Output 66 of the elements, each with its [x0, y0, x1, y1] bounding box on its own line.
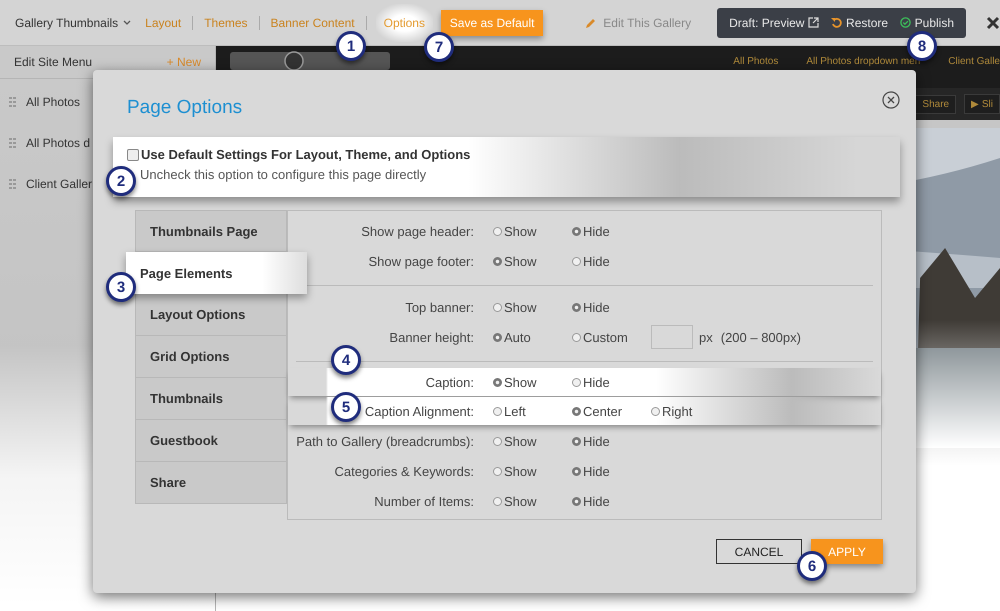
option-label: Categories & Keywords:	[334, 464, 474, 478]
option-label: Number of Items:	[374, 494, 474, 508]
side-tab[interactable]: Page Elements	[126, 252, 307, 294]
drag-handle-icon	[9, 138, 16, 148]
radio-option[interactable]: Hide	[572, 300, 651, 314]
site-nav-link[interactable]: Client Galle	[948, 56, 1000, 67]
radio-option[interactable]: Hide	[572, 464, 651, 478]
range-hint: (200 – 800px)	[720, 330, 801, 344]
restore-button[interactable]: Restore	[831, 16, 888, 30]
side-tab[interactable]: Share	[135, 462, 287, 504]
hint-text: Uncheck this option to configure this page directly	[140, 167, 428, 182]
menu-item[interactable]: All Photos d	[26, 136, 90, 150]
radio-option[interactable]: Center	[572, 404, 651, 418]
radio-option[interactable]: Show	[493, 224, 572, 238]
checkbox-label: Use Default Settings For Layout, Theme, and Options	[141, 147, 470, 162]
radio-option[interactable]: Hide	[572, 374, 651, 390]
dialog-title: Page Options	[127, 97, 242, 120]
radio-option[interactable]: Auto	[493, 330, 572, 344]
option-label: Banner height:	[389, 330, 474, 344]
site-button[interactable]: ▶ Sli	[964, 94, 1000, 114]
radio-option[interactable]: Hide	[572, 434, 651, 448]
sidebar-title: Edit Site Menu	[14, 55, 92, 69]
side-tab[interactable]: Thumbnails	[135, 378, 287, 420]
drag-handle-icon	[9, 178, 16, 188]
site-button[interactable]: Share	[915, 94, 956, 114]
radio-option[interactable]: Right	[651, 404, 730, 418]
radio-option[interactable]: Show	[493, 374, 572, 390]
undo-icon	[831, 17, 842, 28]
radio-option[interactable]: Hide	[572, 494, 651, 508]
logo-icon	[230, 50, 390, 72]
unit-label: px	[699, 330, 713, 344]
menu-item[interactable]: Client Galler	[26, 176, 92, 190]
side-tab[interactable]: Layout Options	[135, 294, 287, 336]
radio-option[interactable]: Show	[493, 300, 572, 314]
side-tab[interactable]: Grid Options	[135, 336, 287, 378]
close-icon	[986, 16, 1000, 30]
radio-option[interactable]: Show	[493, 254, 572, 268]
radio-option[interactable]: Show	[493, 434, 572, 448]
menu-item[interactable]: All Photos	[26, 94, 80, 108]
radio-option[interactable]: Show	[493, 494, 572, 508]
checkbox[interactable]	[127, 148, 139, 160]
close-icon[interactable]	[882, 91, 900, 109]
side-tab[interactable]: Guestbook	[135, 420, 287, 462]
option-label: Show page footer:	[368, 254, 474, 268]
option-label: Show page header:	[361, 224, 474, 238]
chevron-icon	[123, 20, 132, 26]
option-label: Path to Gallery (breadcrumbs):	[296, 434, 474, 448]
option-label: Caption Alignment:	[364, 404, 474, 418]
input-field[interactable]	[651, 325, 693, 349]
cancel-button[interactable]: CANCEL	[716, 539, 802, 564]
option-label: Top banner:	[405, 300, 474, 314]
radio-option[interactable]: Custom	[572, 330, 651, 344]
drag-handle-icon	[9, 96, 16, 106]
preview-link[interactable]: Draft: Preview	[729, 16, 820, 30]
external-link-icon	[808, 17, 820, 28]
radio-option[interactable]: Left	[493, 404, 572, 418]
pencil-icon	[585, 16, 598, 28]
radio-option[interactable]: Hide	[572, 224, 651, 238]
gallery-dropdown[interactable]: Gallery Thumbnails	[15, 16, 132, 30]
option-label: Caption:	[426, 374, 474, 390]
radio-option[interactable]: Show	[493, 464, 572, 478]
site-nav-link[interactable]: All Photos	[733, 56, 778, 67]
radio-option[interactable]: Hide	[572, 254, 651, 268]
side-tab[interactable]: Thumbnails Page	[135, 210, 287, 252]
publish-button[interactable]: Publish	[900, 16, 954, 30]
check-circle-icon	[900, 17, 911, 28]
